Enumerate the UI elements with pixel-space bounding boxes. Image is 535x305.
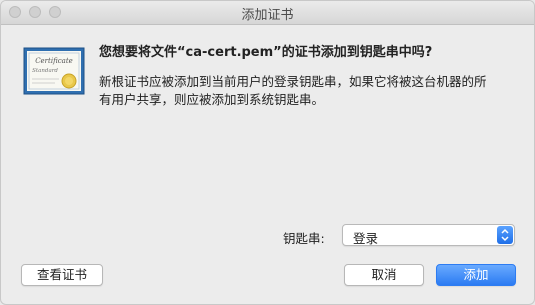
add-certificate-dialog: 添加证书 Certificate Standard 您想要将文件“ca-cert… [0, 0, 535, 305]
certificate-icon-subtitle: Standard [32, 68, 58, 74]
certificate-icon-title: Certificate [35, 57, 73, 65]
keychain-select-value: 登录 [353, 231, 379, 246]
view-certificate-button[interactable]: 查看证书 [21, 264, 103, 286]
dialog-heading: 您想要将文件“ca-cert.pem”的证书添加到钥匙串中吗? [99, 45, 433, 60]
dialog-message: 新根证书应被添加到当前用户的登录钥匙串，如果它将被这台机器的所 有用户共享，则应… [99, 73, 519, 109]
chevron-up-down-icon [497, 226, 513, 244]
keychain-select[interactable]: 登录 [342, 224, 515, 246]
window-title: 添加证书 [241, 8, 294, 23]
dialog-message-line-1: 新根证书应被添加到当前用户的登录钥匙串，如果它将被这台机器的所 [99, 74, 487, 89]
add-button[interactable]: 添加 [436, 264, 516, 286]
cancel-button[interactable]: 取消 [344, 264, 424, 286]
title-bar: 添加证书 [1, 1, 534, 25]
dialog-message-line-2: 有用户共享，则应被添加到系统钥匙串。 [99, 92, 325, 107]
keychain-label: 钥匙串: [283, 231, 325, 246]
certificate-icon: Certificate Standard [23, 47, 85, 95]
